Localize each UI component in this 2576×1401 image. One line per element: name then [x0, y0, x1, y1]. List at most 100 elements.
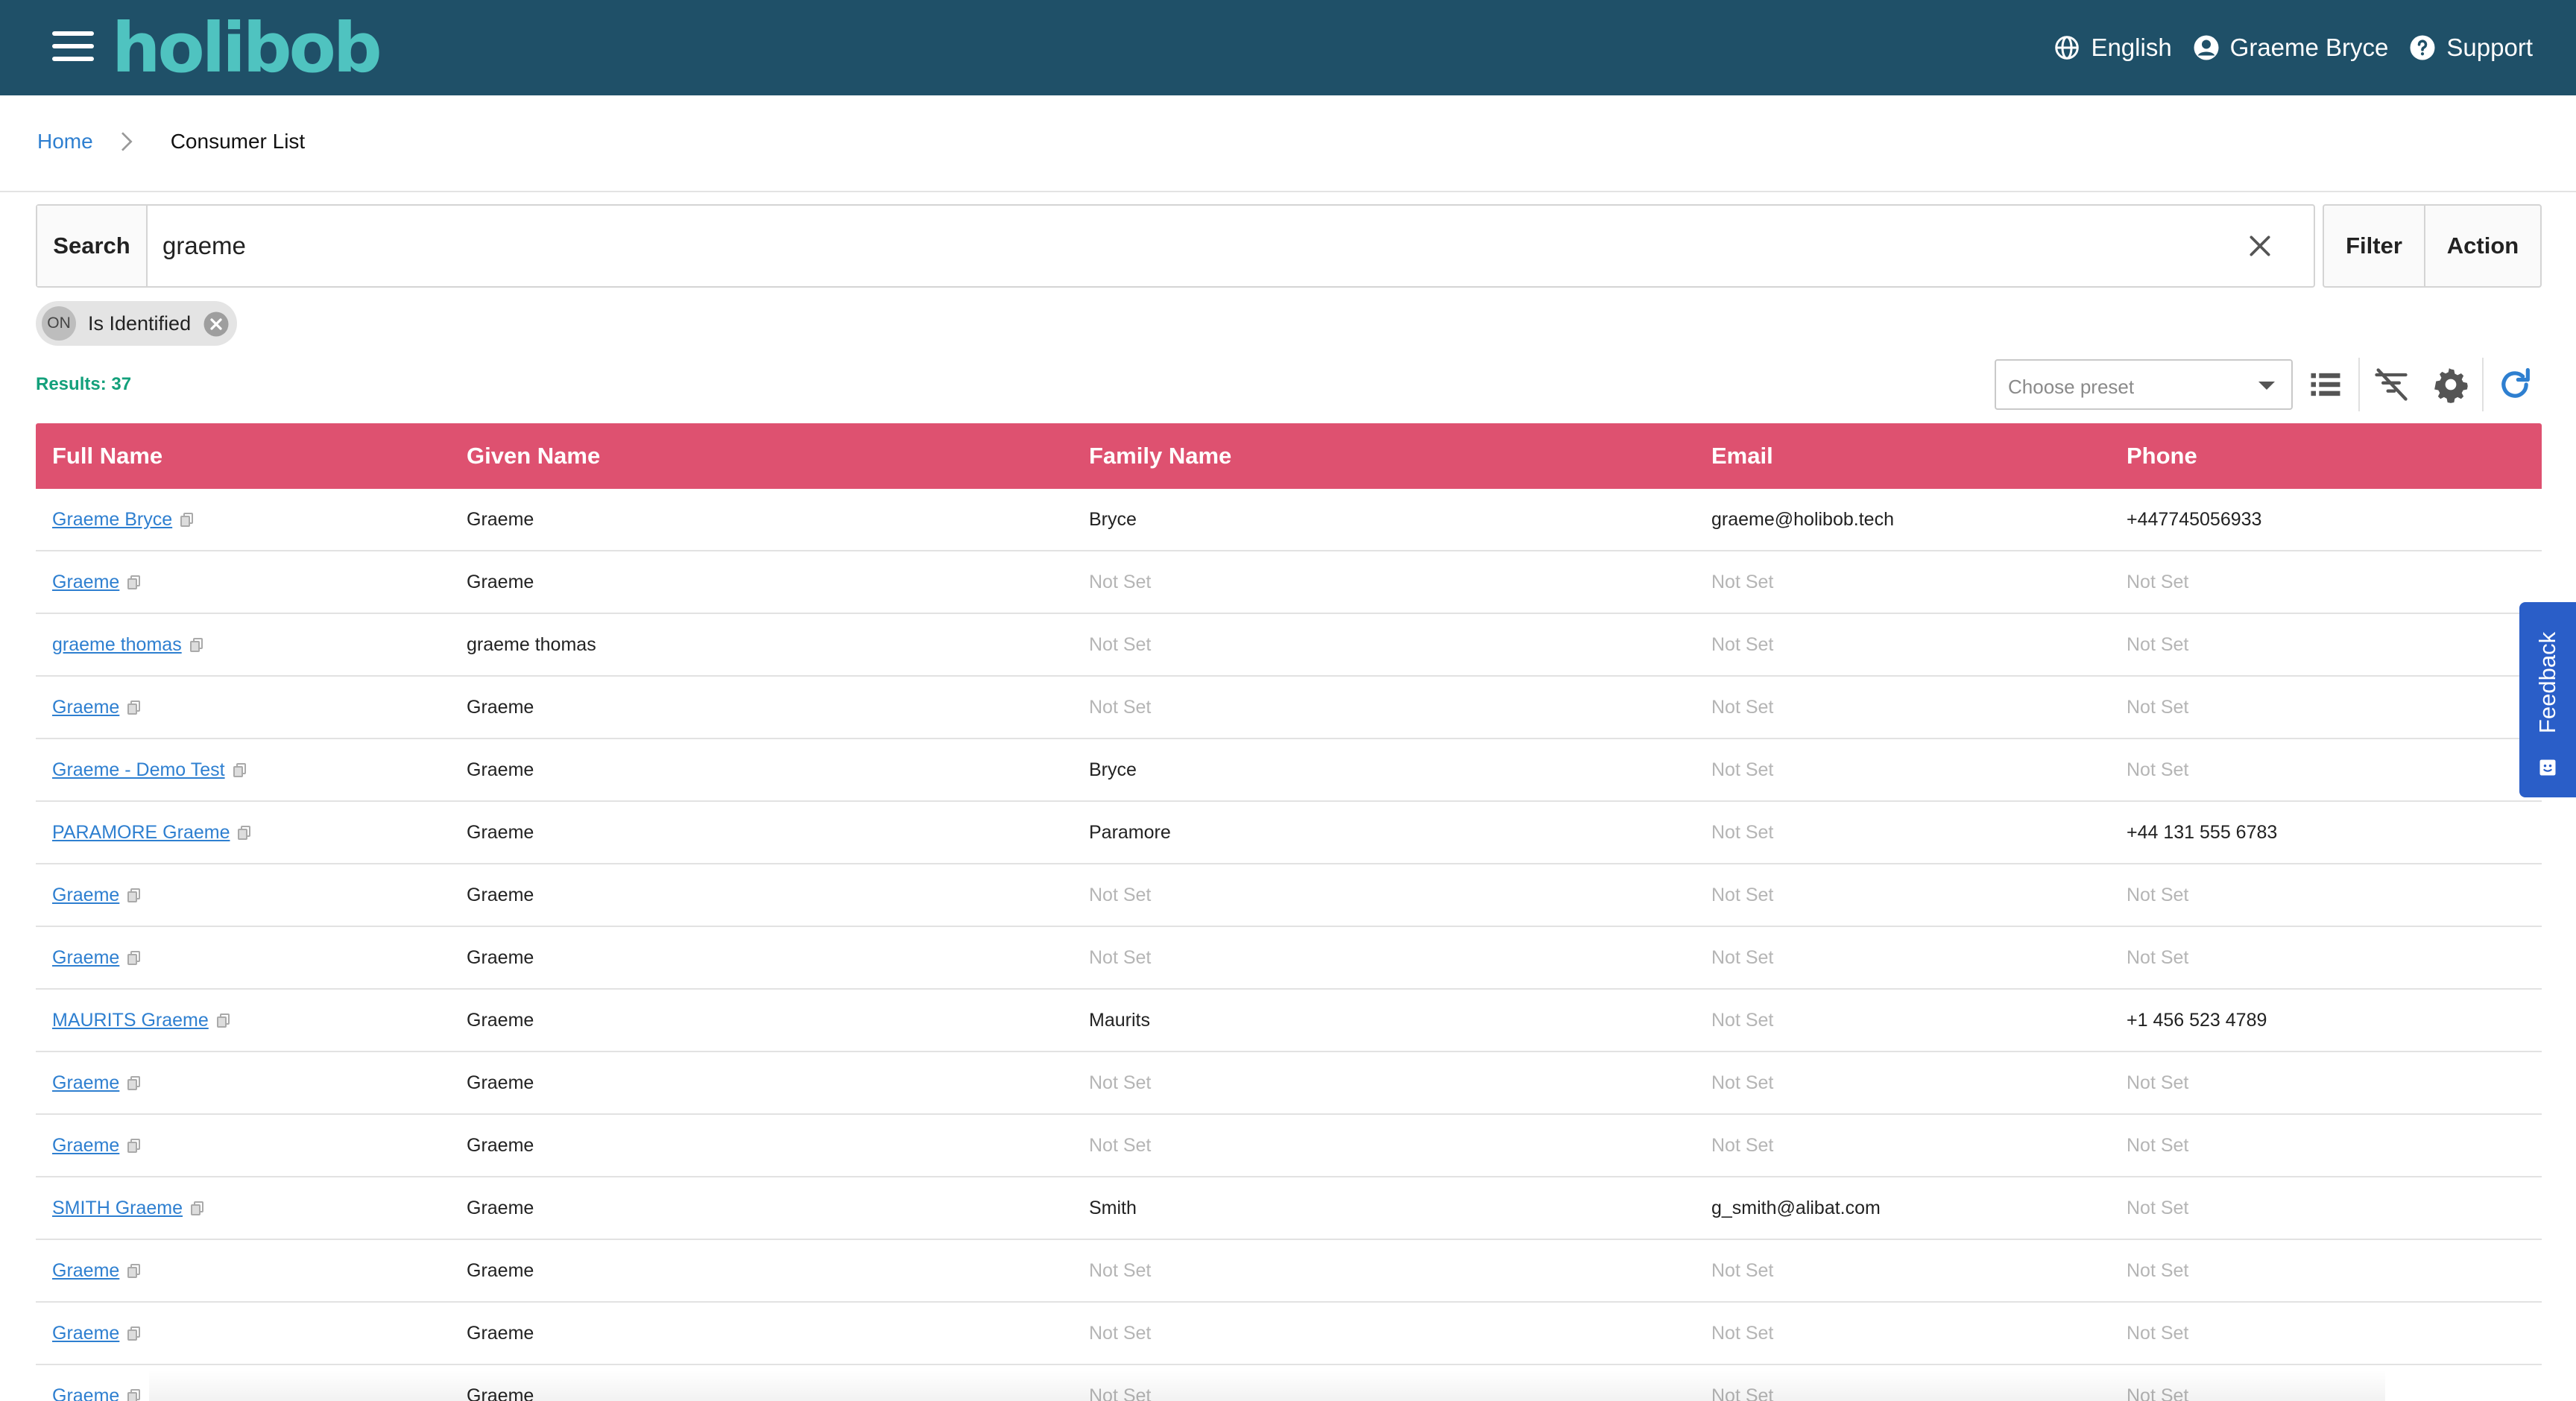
filter-button[interactable]: Filter: [2323, 204, 2425, 288]
cell-family-name: Smith: [1089, 1197, 1137, 1218]
table-row[interactable]: Graeme Bryce Graeme Bryce graeme@holibob.te…: [36, 489, 2542, 551]
search-input[interactable]: [162, 206, 2175, 286]
consumer-name-link[interactable]: MAURITS Graeme: [52, 1010, 209, 1031]
table-row[interactable]: PARAMORE Graeme Graeme Paramore Not Set +44 …: [36, 802, 2542, 864]
copy-icon[interactable]: [127, 1326, 142, 1342]
consumer-name-link[interactable]: SMITH Graeme: [52, 1198, 183, 1218]
table-row[interactable]: Graeme Graeme Not Set Not Set Not Set: [36, 1052, 2542, 1115]
refresh-icon[interactable]: [2496, 365, 2534, 404]
chip-badge: ON: [42, 306, 76, 341]
column-header-email[interactable]: Email: [1695, 443, 2110, 469]
preset-select[interactable]: Choose preset: [1995, 359, 2293, 410]
consumer-name-link[interactable]: Graeme: [52, 947, 119, 968]
cell-email: Not Set: [1711, 1072, 1774, 1093]
copy-icon[interactable]: [233, 762, 247, 779]
cell-given-name: Graeme: [467, 571, 534, 592]
copy-icon[interactable]: [216, 1013, 231, 1029]
cell-email: Not Set: [1711, 759, 1774, 780]
user-name: Graeme Bryce: [2229, 34, 2389, 61]
close-icon[interactable]: [2245, 231, 2275, 261]
copy-icon[interactable]: [127, 888, 142, 904]
table-row[interactable]: Graeme - Demo Test Graeme Bryce Not Set Not …: [36, 739, 2542, 802]
table-row[interactable]: Graeme Graeme Not Set Not Set Not Set: [36, 677, 2542, 739]
cell-family-name: Not Set: [1089, 946, 1152, 968]
language-selector[interactable]: English: [2053, 34, 2172, 62]
consumer-name-link[interactable]: Graeme: [52, 1260, 119, 1281]
copy-icon[interactable]: [127, 1138, 142, 1154]
cell-email: Not Set: [1711, 821, 1774, 843]
copy-icon[interactable]: [127, 1263, 142, 1280]
cell-family-name: Not Set: [1089, 571, 1152, 592]
cell-given-name: Graeme: [467, 759, 534, 780]
consumer-name-link[interactable]: Graeme: [52, 1135, 119, 1156]
gear-icon[interactable]: [2431, 365, 2470, 404]
search-bar: Search: [36, 204, 2315, 288]
cell-phone: Not Set: [2127, 633, 2189, 655]
clear-filter-icon[interactable]: [2372, 365, 2411, 404]
copy-icon[interactable]: [237, 825, 252, 841]
table-row[interactable]: SMITH Graeme Graeme Smith g_smith@alibat.co…: [36, 1177, 2542, 1240]
copy-icon[interactable]: [127, 700, 142, 716]
consumer-name-link[interactable]: Graeme: [52, 697, 119, 718]
consumer-name-link[interactable]: Graeme: [52, 1385, 119, 1401]
user-menu[interactable]: Graeme Bryce: [2193, 34, 2389, 62]
table-row[interactable]: Graeme Graeme Not Set Not Set Not Set: [36, 927, 2542, 990]
consumer-name-link[interactable]: Graeme - Demo Test: [52, 759, 225, 780]
preset-placeholder: Choose preset: [2008, 376, 2135, 398]
copy-icon[interactable]: [127, 1075, 142, 1092]
cell-family-name: Bryce: [1089, 508, 1137, 530]
action-button[interactable]: Action: [2424, 204, 2542, 288]
consumer-name-link[interactable]: Graeme: [52, 572, 119, 592]
logo[interactable]: holibob: [112, 7, 382, 89]
copy-icon[interactable]: [127, 575, 142, 591]
breadcrumb-home[interactable]: Home: [37, 130, 93, 154]
support-link[interactable]: Support: [2409, 34, 2533, 62]
consumer-name-link[interactable]: PARAMORE Graeme: [52, 822, 230, 843]
copy-icon[interactable]: [190, 1201, 205, 1217]
cell-full-name: MAURITS Graeme: [36, 1010, 450, 1031]
table-row[interactable]: Graeme Graeme Not Set Not Set Not Set: [36, 1240, 2542, 1303]
copy-icon[interactable]: [127, 950, 142, 967]
table-row[interactable]: Graeme Graeme Not Set Not Set Not Set: [36, 1303, 2542, 1365]
cell-full-name: Graeme: [36, 1260, 450, 1282]
filter-chip[interactable]: ON Is Identified: [36, 301, 237, 346]
top-bar: holibob English Graeme Bryce Support: [0, 0, 2576, 95]
cell-email: Not Set: [1711, 696, 1774, 718]
cell-full-name: Graeme: [36, 1135, 450, 1157]
cell-full-name: Graeme: [36, 1323, 450, 1344]
breadcrumb: Home Consumer List: [37, 127, 305, 156]
column-header-family-name[interactable]: Family Name: [1073, 443, 1695, 469]
column-header-phone[interactable]: Phone: [2110, 443, 2542, 469]
feedback-tab[interactable]: Feedback: [2519, 602, 2576, 797]
copy-icon[interactable]: [180, 512, 195, 528]
close-icon[interactable]: [203, 311, 230, 338]
cell-phone: Not Set: [2127, 1259, 2189, 1281]
table-row[interactable]: Graeme Graeme Not Set Not Set Not Set: [36, 551, 2542, 614]
feedback-label: Feedback: [2534, 631, 2560, 734]
table-row[interactable]: Graeme Graeme Not Set Not Set Not Set: [36, 864, 2542, 927]
table-row[interactable]: MAURITS Graeme Graeme Maurits Not Set +1 456…: [36, 990, 2542, 1052]
cell-given-name: Graeme: [467, 508, 534, 530]
consumer-name-link[interactable]: Graeme: [52, 1072, 119, 1093]
bottom-shadow: [149, 1370, 2385, 1401]
cell-phone: +1 456 523 4789: [2127, 1009, 2267, 1031]
cell-full-name: Graeme: [36, 947, 450, 969]
copy-icon[interactable]: [127, 1388, 142, 1401]
cell-given-name: Graeme: [467, 1322, 534, 1344]
column-header-full-name[interactable]: Full Name: [36, 443, 450, 469]
table-row[interactable]: graeme thomas graeme thomas Not Set Not Set…: [36, 614, 2542, 677]
consumer-name-link[interactable]: Graeme: [52, 1323, 119, 1344]
cell-phone: Not Set: [2127, 759, 2189, 780]
column-header-given-name[interactable]: Given Name: [450, 443, 1073, 469]
consumer-name-link[interactable]: graeme thomas: [52, 634, 182, 655]
cell-full-name: SMITH Graeme: [36, 1198, 450, 1219]
consumer-name-link[interactable]: Graeme: [52, 885, 119, 905]
cell-given-name: Graeme: [467, 1259, 534, 1281]
table-row[interactable]: Graeme Graeme Not Set Not Set Not Set: [36, 1115, 2542, 1177]
menu-icon[interactable]: [52, 31, 94, 61]
cell-full-name: Graeme - Demo Test: [36, 759, 450, 781]
results-count: Results: 37: [36, 374, 132, 394]
list-view-icon[interactable]: [2306, 365, 2345, 404]
copy-icon[interactable]: [189, 637, 204, 654]
consumer-name-link[interactable]: Graeme Bryce: [52, 509, 172, 530]
